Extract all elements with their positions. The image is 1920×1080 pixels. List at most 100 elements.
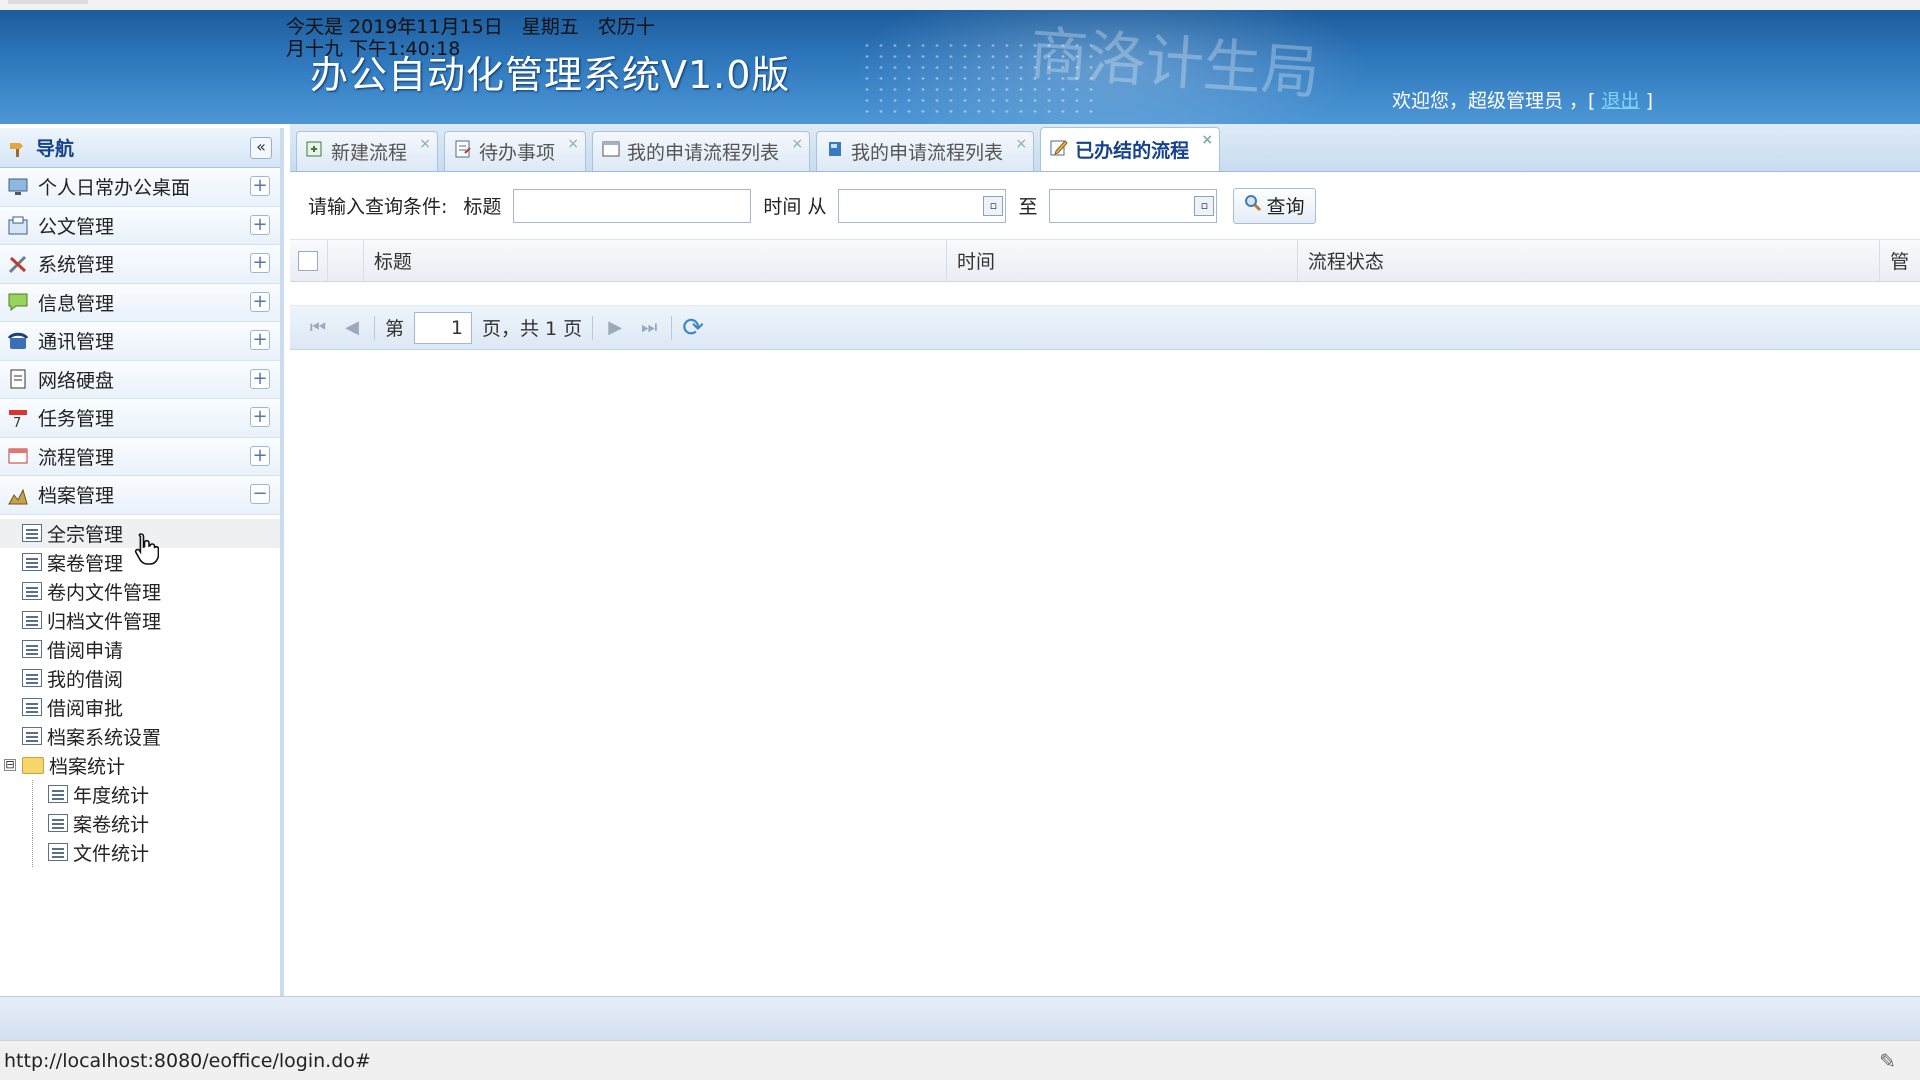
tree-node-icon (48, 814, 68, 832)
column-title[interactable]: 标题 (364, 240, 947, 281)
nav-menu-label: 通讯管理 (38, 331, 115, 354)
tree-sub-item-label: 案卷统计 (73, 813, 150, 836)
pin-icon[interactable]: ✎ (1879, 1049, 1896, 1073)
nav-menu-item[interactable]: 流程管理 + (0, 437, 280, 476)
mouse-cursor-icon (133, 532, 160, 575)
end-date-input[interactable]: ▫ (1049, 188, 1218, 223)
select-all-checkbox[interactable] (298, 250, 318, 271)
tab-5[interactable]: 已办结的流程 × (1040, 127, 1221, 171)
tree-connector-line (32, 779, 33, 809)
logout-link[interactable]: 退出 (1602, 90, 1640, 112)
tree-item[interactable]: 借阅审批 (0, 693, 280, 722)
magnifier-icon (1244, 194, 1262, 217)
page-number-input[interactable]: 1 (414, 311, 473, 344)
tree-node-icon (22, 669, 42, 687)
close-icon[interactable]: × (791, 136, 803, 152)
tab-2[interactable]: 待办事项 × (444, 131, 587, 171)
close-icon[interactable]: × (567, 136, 579, 152)
expand-toggle[interactable]: + (250, 368, 270, 389)
nav-menu-label: 公文管理 (38, 215, 115, 238)
tab-label: 我的申请流程列表 (627, 142, 780, 164)
query-button[interactable]: 查询 (1233, 187, 1316, 224)
tree-item-label: 全宗管理 (47, 523, 124, 546)
expand-toggle[interactable]: + (250, 176, 270, 196)
browser-status-bar: http://localhost:8080/eoffice/login.do# … (0, 1040, 1920, 1080)
tree-item-label: 档案系统设置 (47, 726, 162, 749)
tree-item[interactable]: 我的借阅 (0, 664, 280, 693)
tree-sub-item[interactable]: 案卷统计 (0, 808, 280, 838)
nav-menu-item[interactable]: 信息管理 + (0, 283, 280, 322)
expand-toggle[interactable]: + (250, 445, 270, 466)
next-page-icon[interactable]: ▶ (603, 317, 627, 338)
expand-toggle[interactable]: + (250, 253, 270, 273)
tools-icon (6, 252, 30, 276)
close-icon[interactable]: × (1015, 136, 1027, 152)
column-time[interactable]: 时间 (947, 240, 1298, 281)
app-header: 商洛计生局 今天是 2019年11月15日 星期五 农历十 月十九 下午1:40… (0, 10, 1920, 124)
nav-menu-item[interactable]: 通讯管理 + (0, 322, 280, 361)
nav-menu-item[interactable]: 7 任务管理 + (0, 399, 280, 438)
nav-menu-label: 个人日常办公桌面 (38, 177, 191, 200)
tab-label: 新建流程 (331, 142, 408, 164)
column-status[interactable]: 流程状态 (1298, 240, 1881, 281)
row-number-header (328, 240, 364, 281)
refresh-icon[interactable]: ⟳ (682, 313, 704, 343)
expand-toggle[interactable]: + (250, 214, 270, 235)
tab-bar: 新建流程 × 待办事项 × 我的申请流程列表 × 我的申请流程列表 × 已办结的流程 × (290, 124, 1920, 172)
tree-node-icon (48, 843, 68, 861)
tree-sub-item[interactable]: 文件统计 (0, 837, 280, 867)
folder-icon (22, 756, 44, 774)
nav-menu-item[interactable]: 系统管理 + (0, 245, 280, 284)
tree-node-icon (22, 553, 42, 571)
welcome-label: 欢迎您，超级管理员 ，[ (1392, 90, 1596, 112)
phone-icon (6, 329, 30, 353)
nav-menu-label: 网络硬盘 (38, 369, 115, 392)
calendar-icon[interactable]: ▫ (1194, 195, 1215, 216)
expand-toggle[interactable]: + (250, 330, 270, 350)
page-prefix: 第 (385, 318, 405, 340)
nav-menu-item[interactable]: 个人日常办公桌面 + (0, 168, 280, 207)
tree-item-label: 归档文件管理 (47, 610, 162, 633)
tree-item[interactable]: 档案系统设置 (0, 722, 280, 751)
tree-item[interactable]: 借阅申请 (0, 635, 280, 664)
last-page-icon[interactable]: ⏭ (637, 317, 661, 338)
time-from-label: 时间 从 (763, 196, 827, 218)
prev-page-icon[interactable]: ◀ (340, 317, 364, 338)
tree-item[interactable]: 归档文件管理 (0, 606, 280, 635)
tab-1[interactable]: 新建流程 × (296, 131, 439, 171)
first-page-icon[interactable]: ⏮ (306, 317, 330, 338)
tab-4[interactable]: 我的申请流程列表 × (816, 131, 1035, 171)
close-icon[interactable]: × (419, 136, 431, 152)
tab-3[interactable]: 我的申请流程列表 × (592, 131, 811, 171)
tree-item[interactable]: 卷内文件管理 (0, 577, 280, 606)
book-icon (825, 139, 845, 164)
tree-sub-item[interactable]: 年度统计 (0, 779, 280, 809)
new-flow-icon (305, 139, 325, 164)
search-prompt: 请输入查询条件: (308, 196, 448, 218)
browser-top-strip (0, 0, 1920, 10)
tab-label: 待办事项 (479, 142, 556, 164)
window-icon (6, 444, 30, 468)
nav-menu-item[interactable]: 档案管理 − (0, 476, 280, 515)
close-icon[interactable]: × (1201, 132, 1213, 148)
tree-folder[interactable]: ⊟ 档案统计 (0, 751, 280, 780)
collapse-nav-button[interactable]: « (250, 137, 272, 159)
tree-item-label: 我的借阅 (47, 668, 124, 691)
list-icon (601, 139, 621, 164)
expand-toggle[interactable]: + (250, 407, 270, 427)
expand-toggle[interactable]: + (250, 291, 270, 312)
column-manage[interactable]: 管 (1880, 240, 1920, 281)
select-all-cell (290, 240, 328, 281)
nav-menu-item[interactable]: 公文管理 + (0, 206, 280, 245)
title-input[interactable] (513, 188, 752, 223)
nav-menu-item[interactable]: 网络硬盘 + (0, 360, 280, 399)
document-folder-icon (6, 213, 30, 237)
start-date-input[interactable]: ▫ (838, 188, 1007, 223)
nav-menu-label: 档案管理 (38, 485, 115, 508)
top-strip-tab (8, 0, 88, 4)
expand-toggle[interactable]: − (250, 484, 270, 504)
tree-node-icon (22, 582, 42, 600)
calendar-icon[interactable]: ▫ (983, 195, 1004, 216)
tree-node-icon (22, 611, 42, 629)
tree-collapse-toggle[interactable]: ⊟ (4, 759, 16, 771)
